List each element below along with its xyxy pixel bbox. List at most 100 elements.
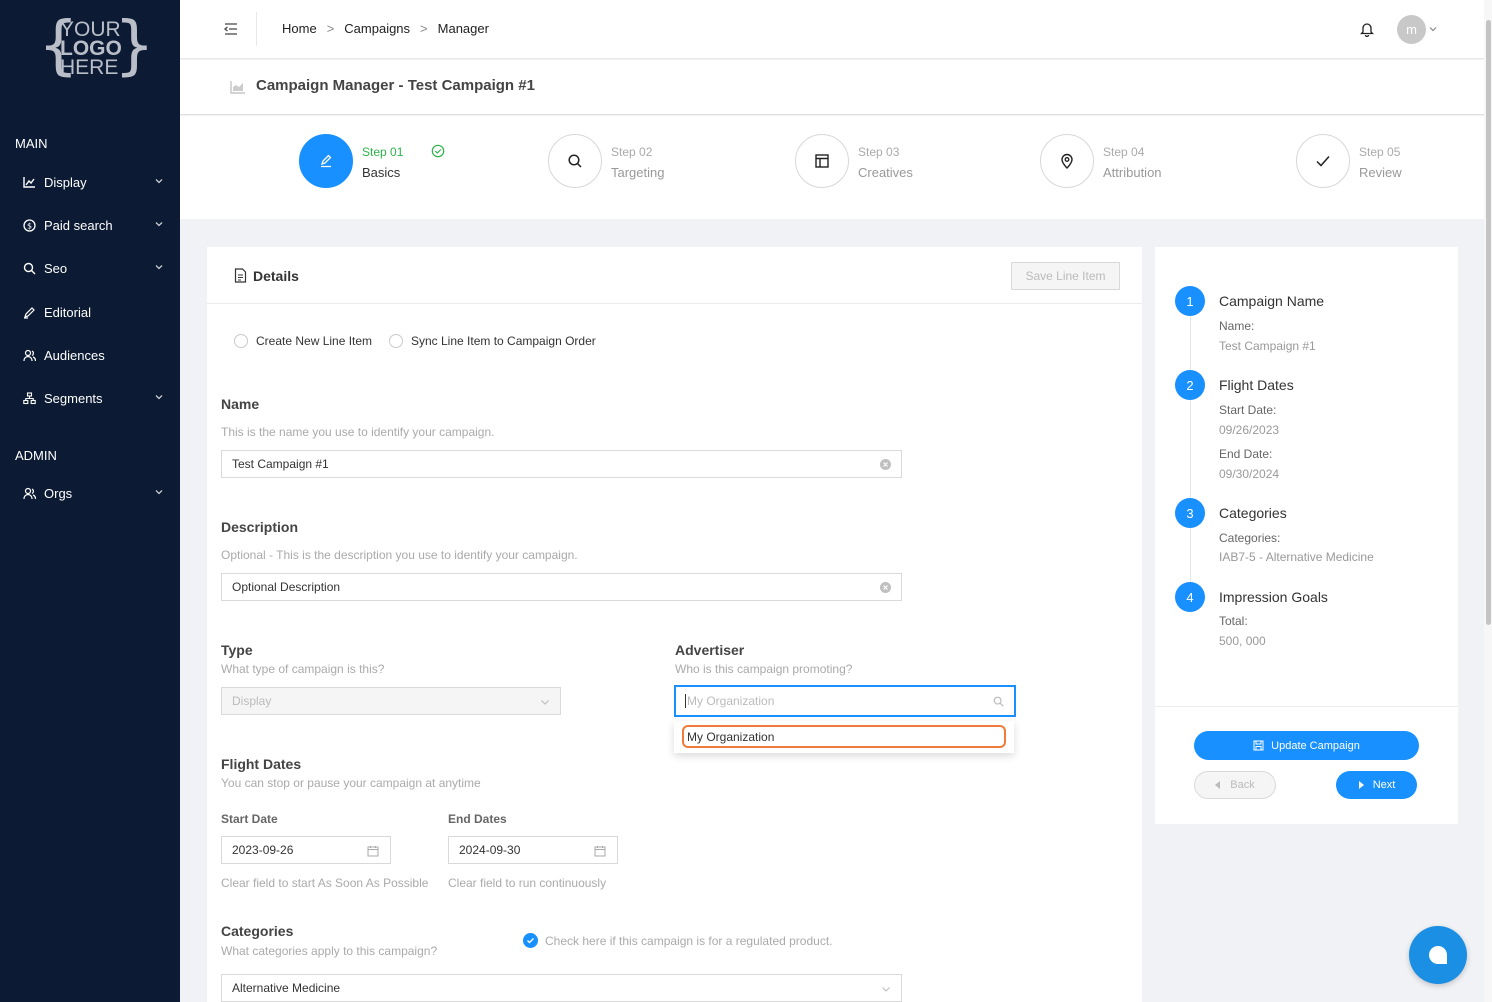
timeline-connector (1190, 316, 1191, 370)
back-button[interactable]: Back (1194, 771, 1276, 799)
categories-select[interactable]: Alternative Medicine (221, 974, 902, 1002)
area-chart-icon (230, 81, 245, 94)
search-icon (22, 261, 36, 275)
details-card: Details Save Line Item Create New Line I… (207, 247, 1142, 1002)
search-icon (568, 154, 582, 168)
check-circle-icon (431, 144, 445, 158)
sidebar-item-segments[interactable]: Segments (0, 380, 180, 416)
logo[interactable]: { YOUR LOGO HERE } (38, 14, 155, 84)
start-date-input[interactable]: 2023-09-26 (221, 836, 391, 864)
summary-value: IAB7-5 - Alternative Medicine (1219, 550, 1374, 564)
summary-value: 09/30/2024 (1219, 467, 1280, 481)
back-label: Back (1230, 779, 1255, 791)
close-circle-icon[interactable] (880, 459, 891, 470)
breadcrumb-campaigns[interactable]: Campaigns (344, 21, 410, 36)
summary-key: Categories: (1219, 531, 1281, 545)
sidebar-item-orgs[interactable]: Orgs (0, 475, 180, 511)
description-label: Description (221, 519, 299, 535)
chevron-down-icon[interactable] (1428, 24, 1438, 34)
steps-bar: Step 01 Basics Step 02 Targeting Step 03… (180, 116, 1484, 219)
update-campaign-label: Update Campaign (1271, 739, 1360, 752)
step-circle (795, 134, 849, 188)
step-circle (1296, 134, 1350, 188)
type-label: Type (221, 642, 253, 658)
search-icon (993, 696, 1004, 707)
scrollbar-thumb[interactable] (1486, 20, 1491, 625)
step-circle (299, 134, 353, 188)
summary-step-number: 3 (1175, 498, 1205, 528)
sidebar-item-editorial[interactable]: Editorial (0, 294, 180, 330)
file-text-icon (234, 268, 247, 283)
summary-divider (1155, 706, 1458, 707)
check-circle-icon[interactable] (523, 933, 538, 948)
save-line-item-button[interactable]: Save Line Item (1011, 262, 1120, 290)
avatar[interactable]: m (1397, 15, 1426, 44)
summary-key: End Date: (1219, 447, 1273, 461)
step-name: Creatives (858, 165, 913, 180)
chat-button[interactable] (1409, 926, 1467, 984)
next-button[interactable]: Next (1336, 771, 1417, 799)
radio-label: Create New Line Item (256, 334, 373, 348)
sidebar-item-paid-search[interactable]: $ Paid search (0, 207, 180, 243)
close-circle-icon[interactable] (880, 582, 891, 593)
sidebar-item-label: Audiences (44, 347, 105, 363)
step-name: Targeting (611, 165, 665, 180)
type-value: Display (232, 694, 272, 708)
flight-dates-label: Flight Dates (221, 756, 302, 772)
radio-create-line-item[interactable]: Create New Line Item (234, 334, 372, 348)
summary-title: Impression Goals (1219, 589, 1328, 605)
section-label-admin: ADMIN (15, 448, 57, 463)
chevron-right-icon: > (420, 21, 428, 36)
menu-fold-icon[interactable] (223, 21, 239, 37)
sidebar-item-label: Display (44, 174, 87, 190)
radio-sync-line-item[interactable]: Sync Line Item to Campaign Order (389, 334, 596, 348)
users-icon (22, 486, 36, 500)
header-divider (256, 12, 257, 46)
chart-icon (22, 175, 36, 189)
end-date-label: End Dates (448, 812, 507, 826)
summary-step-number: 2 (1175, 370, 1205, 400)
sidebar-item-label: Paid search (44, 217, 113, 233)
radio-button[interactable] (389, 334, 403, 348)
summary-step-number: 4 (1175, 582, 1205, 612)
step-name: Review (1359, 165, 1402, 180)
section-label-main: MAIN (15, 136, 48, 151)
advertiser-option[interactable]: My Organization (682, 725, 1006, 748)
name-label: Name (221, 396, 260, 412)
sidebar-item-display[interactable]: Display (0, 164, 180, 200)
breadcrumb-home[interactable]: Home (282, 21, 317, 36)
logo-brace-right: } (114, 9, 155, 83)
regulated-product-checkbox[interactable]: Check here if this campaign is for a reg… (523, 933, 832, 948)
page-title: Campaign Manager - Test Campaign #1 (256, 77, 535, 94)
chevron-down-icon (541, 700, 549, 705)
sidebar-item-label: Seo (44, 260, 68, 276)
regulated-product-label: Check here if this campaign is for a reg… (545, 933, 833, 948)
summary-title: Categories (1219, 505, 1287, 521)
chevron-down-icon (155, 222, 163, 227)
description-input[interactable]: Optional Description (221, 573, 902, 601)
svg-text:$: $ (26, 221, 31, 230)
caret-left-icon (1215, 781, 1221, 789)
description-value: Optional Description (232, 580, 341, 594)
update-campaign-button[interactable]: Update Campaign (1194, 731, 1419, 760)
bell-icon[interactable] (1360, 21, 1374, 37)
chevron-down-icon (155, 179, 163, 184)
edit-icon (320, 154, 332, 168)
name-input[interactable]: Test Campaign #1 (221, 450, 902, 478)
chevron-down-icon (882, 987, 890, 992)
sidebar-item-audiences[interactable]: Audiences (0, 337, 180, 373)
sidebar-item-seo[interactable]: Seo (0, 250, 180, 286)
end-date-input[interactable]: 2024-09-30 (448, 836, 618, 864)
summary-value: 500, 000 (1219, 634, 1266, 648)
breadcrumb: Home > Campaigns > Manager (282, 21, 489, 36)
summary-step-number: 1 (1175, 286, 1205, 316)
radio-button[interactable] (234, 334, 248, 348)
name-help: This is the name you use to identify you… (221, 425, 495, 439)
summary-key: Name: (1219, 319, 1255, 333)
advertiser-search-input[interactable]: My Organization (674, 685, 1016, 717)
calendar-icon (367, 846, 379, 857)
start-date-help: Clear field to start As Soon As Possible (221, 876, 429, 890)
chat-bubble-icon (1429, 946, 1447, 964)
breadcrumb-manager: Manager (437, 21, 489, 36)
sidebar: { YOUR LOGO HERE } MAIN Display $ Paid s… (0, 0, 180, 1002)
